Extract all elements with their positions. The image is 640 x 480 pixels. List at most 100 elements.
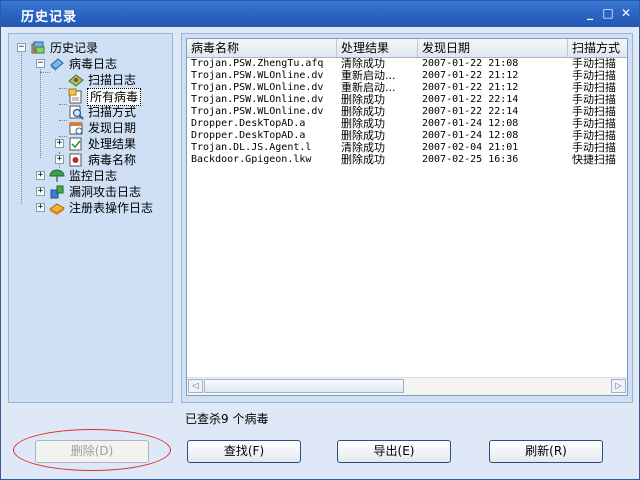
tree-node-registry-log[interactable]: + 注册表操作日志 (9, 200, 169, 216)
calendar-icon (69, 122, 83, 135)
cell-date: 2007-02-25 16:36 (422, 154, 519, 165)
scroll-right-button[interactable]: ▷ (611, 379, 626, 393)
column-header-date[interactable]: 发现日期 (418, 39, 568, 57)
table-row[interactable]: Trojan.PSW.ZhengTu.afq 清除成功 2007-01-22 2… (187, 58, 627, 70)
cell-scan-method: 手动扫描 (572, 142, 616, 154)
expand-icon[interactable]: + (36, 187, 45, 196)
umbrella-icon (49, 169, 65, 182)
tree-label-monitor-log: 监控日志 (69, 169, 118, 183)
cell-result: 清除成功 (341, 142, 385, 154)
tree-node-monitor-log[interactable]: + 监控日志 (9, 168, 169, 184)
tree-label-scan-log: 扫描日志 (88, 73, 137, 87)
tree-node-scan-method[interactable]: 扫描方式 (9, 104, 169, 120)
scan-log-icon (68, 74, 84, 87)
tree-label-scan-method: 扫描方式 (88, 105, 137, 119)
cell-scan-method: 手动扫描 (572, 94, 616, 106)
result-document-icon (69, 137, 82, 151)
column-header-result[interactable]: 处理结果 (337, 39, 418, 57)
collapse-icon[interactable]: − (17, 43, 26, 52)
delete-button[interactable]: 删除(D) (35, 440, 149, 463)
log-tree: − 历史记录 − 病毒日志 扫描日志 所有病毒 扫描方式 发现日期 + 处理结果… (9, 34, 172, 402)
cell-virus-name: Trojan.PSW.WLOnline.dv (191, 94, 324, 105)
cell-scan-method: 快捷扫描 (572, 154, 616, 166)
cell-scan-method: 手动扫描 (572, 130, 616, 142)
table-row[interactable]: Trojan.PSW.WLOnline.dv 重新启动... 2007-01-2… (187, 82, 627, 94)
cell-scan-method: 手动扫描 (572, 82, 616, 94)
tree-node-scan-log[interactable]: 扫描日志 (9, 72, 169, 88)
tree-node-virus-name[interactable]: + 病毒名称 (9, 152, 169, 168)
minimize-button[interactable]: _ (583, 6, 597, 20)
tree-panel: − 历史记录 − 病毒日志 扫描日志 所有病毒 扫描方式 发现日期 + 处理结果… (8, 33, 173, 403)
cell-result: 清除成功 (341, 58, 385, 70)
tree-node-vuln-log[interactable]: + 漏洞攻击日志 (9, 184, 169, 200)
cell-virus-name: Trojan.PSW.WLOnline.dv (191, 106, 324, 117)
tree-node-all-virus[interactable]: 所有病毒 (9, 88, 169, 106)
cell-virus-name: Trojan.PSW.WLOnline.dv (191, 70, 324, 81)
export-button[interactable]: 导出(E) (337, 440, 451, 463)
title-bar[interactable]: 历史记录 _ □ ✕ (1, 1, 639, 27)
scroll-left-button[interactable]: ◁ (188, 379, 203, 393)
cell-date: 2007-01-24 12:08 (422, 118, 519, 129)
close-button[interactable]: ✕ (619, 6, 633, 20)
column-header-scan-method[interactable]: 扫描方式 (568, 39, 627, 57)
virus-list[interactable]: 病毒名称 处理结果 发现日期 扫描方式 Trojan.PSW.ZhengTu.a… (186, 38, 628, 396)
cell-result: 删除成功 (341, 106, 385, 118)
list-panel: 病毒名称 处理结果 发现日期 扫描方式 Trojan.PSW.ZhengTu.a… (181, 33, 633, 403)
cell-result: 删除成功 (341, 118, 385, 130)
tree-label-virus-name: 病毒名称 (88, 153, 137, 167)
column-header-virus-name[interactable]: 病毒名称 (187, 39, 337, 57)
tree-label-result: 处理结果 (88, 137, 137, 151)
cell-result: 删除成功 (341, 130, 385, 142)
expand-icon[interactable]: + (55, 155, 64, 164)
cell-date: 2007-01-22 22:14 (422, 106, 519, 117)
refresh-button[interactable]: 刷新(R) (489, 440, 603, 463)
cell-virus-name: Trojan.PSW.ZhengTu.afq (191, 58, 324, 69)
cell-result: 重新启动... (341, 82, 396, 94)
tree-node-found-date[interactable]: 发现日期 (9, 120, 169, 136)
cell-date: 2007-01-24 12:08 (422, 130, 519, 141)
list-header: 病毒名称 处理结果 发现日期 扫描方式 (187, 39, 627, 58)
cell-scan-method: 手动扫描 (572, 58, 616, 70)
tree-node-result[interactable]: + 处理结果 (9, 136, 169, 152)
client-area: − 历史记录 − 病毒日志 扫描日志 所有病毒 扫描方式 发现日期 + 处理结果… (3, 27, 637, 479)
collapse-icon[interactable]: − (36, 59, 45, 68)
table-row[interactable]: Dropper.DeskTopAD.a 删除成功 2007-01-24 12:0… (187, 130, 627, 142)
table-row[interactable]: Backdoor.Gpigeon.lkw 删除成功 2007-02-25 16:… (187, 154, 627, 166)
cell-virus-name: Dropper.DeskTopAD.a (191, 130, 306, 141)
registry-icon (49, 203, 65, 215)
table-row[interactable]: Trojan.PSW.WLOnline.dv 删除成功 2007-01-22 2… (187, 94, 627, 106)
tree-label-registry-log: 注册表操作日志 (69, 201, 154, 215)
cell-scan-method: 手动扫描 (572, 118, 616, 130)
expand-icon[interactable]: + (55, 139, 64, 148)
cell-result: 删除成功 (341, 94, 385, 106)
horizontal-scrollbar[interactable]: ◁ ▷ (187, 377, 627, 395)
table-row[interactable]: Trojan.DL.JS.Agent.l 清除成功 2007-02-04 21:… (187, 142, 627, 154)
magnifier-document-icon (69, 105, 84, 120)
cell-virus-name: Trojan.PSW.WLOnline.dv (191, 82, 324, 93)
vulnerability-icon (50, 185, 64, 199)
cell-scan-method: 手动扫描 (572, 70, 616, 82)
cell-date: 2007-02-04 21:01 (422, 142, 519, 153)
tree-node-virus-log[interactable]: − 病毒日志 (9, 56, 169, 72)
cell-date: 2007-01-22 21:08 (422, 58, 519, 69)
cell-scan-method: 手动扫描 (572, 106, 616, 118)
cell-virus-name: Backdoor.Gpigeon.lkw (191, 154, 312, 165)
cell-result: 删除成功 (341, 154, 385, 166)
find-button[interactable]: 查找(F) (187, 440, 301, 463)
scroll-thumb[interactable] (204, 379, 404, 393)
expand-icon[interactable]: + (36, 171, 45, 180)
tree-node-root[interactable]: − 历史记录 (9, 40, 169, 56)
window-title: 历史记录 (21, 10, 78, 25)
cell-date: 2007-01-22 21:12 (422, 70, 519, 81)
table-row[interactable]: Trojan.PSW.WLOnline.dv 重新启动... 2007-01-2… (187, 70, 627, 82)
folder-document-icon (68, 88, 82, 104)
history-book-icon (31, 41, 45, 54)
cell-date: 2007-01-22 22:14 (422, 94, 519, 105)
virus-document-icon (69, 153, 82, 167)
table-row[interactable]: Dropper.DeskTopAD.a 删除成功 2007-01-24 12:0… (187, 118, 627, 130)
maximize-button[interactable]: □ (601, 6, 615, 20)
cell-virus-name: Trojan.DL.JS.Agent.l (191, 142, 312, 153)
table-row[interactable]: Trojan.PSW.WLOnline.dv 删除成功 2007-01-22 2… (187, 106, 627, 118)
expand-icon[interactable]: + (36, 203, 45, 212)
status-text: 已查杀9 个病毒 (185, 412, 269, 426)
